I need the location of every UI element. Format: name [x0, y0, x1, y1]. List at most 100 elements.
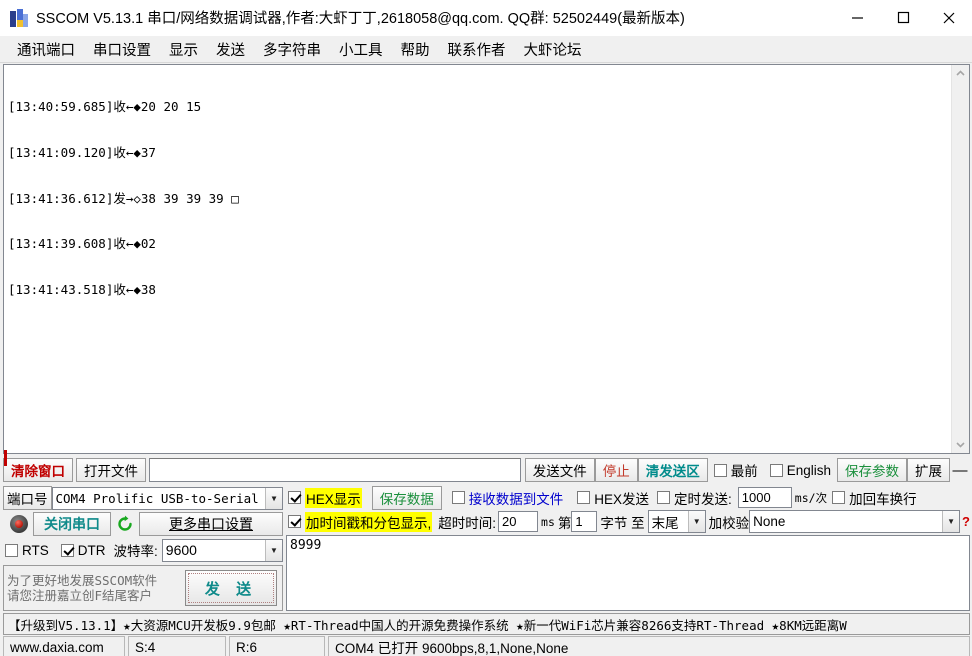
save-data-button[interactable]: 保存数据	[371, 485, 442, 510]
scroll-down-icon[interactable]	[952, 436, 969, 453]
english-checkbox[interactable]	[769, 463, 783, 477]
send-file-button[interactable]: 发送文件	[524, 458, 595, 482]
menu-item-tools[interactable]: 小工具	[330, 37, 392, 62]
display-options-row: HEX显示 保存数据 接收数据到文件 HEX发送 定时发送: ms/次	[286, 485, 970, 510]
port-select[interactable]: COM4 Prolific USB-to-Serial ▼	[51, 486, 283, 510]
action-toolbar: 清除窗口 打开文件 发送文件 停止 清发送区 最前 English 保存参数 扩…	[3, 456, 970, 484]
chevron-down-icon[interactable]: ▼	[265, 539, 282, 561]
status-sent-count: S:4	[128, 636, 226, 656]
baud-rate-label: 波特率:	[113, 544, 158, 559]
hex-display-label: HEX显示	[305, 487, 362, 508]
menu-item-comm-port[interactable]: 通讯端口	[8, 37, 84, 62]
more-serial-settings-button[interactable]: 更多串口设置	[139, 512, 283, 536]
scrollbar-track[interactable]	[952, 82, 969, 436]
menu-item-display[interactable]: 显示	[160, 37, 207, 62]
baud-rate-select[interactable]: 9600 ▼	[161, 538, 283, 562]
scroll-up-icon[interactable]	[952, 65, 969, 82]
timed-send-interval-input[interactable]	[737, 487, 792, 508]
topmost-label: 最前	[730, 464, 758, 479]
promo-banner[interactable]: 【升级到V5.13.1】★大资源MCU开发板9.9包邮 ★RT-Thread中国…	[3, 613, 970, 635]
timestamp-label: 加时间戳和分包显示,	[305, 511, 433, 532]
checksum-select[interactable]: None ▼	[749, 510, 961, 533]
byte-to-value: 末尾	[651, 515, 679, 531]
log-line: [13:41:43.518]收←◆38	[8, 281, 156, 297]
timed-send-unit-label: ms/次	[794, 490, 828, 505]
recv-to-file-checkbox-group[interactable]: 接收数据到文件	[451, 488, 564, 508]
status-port-info: COM4 已打开 9600bps,8,1,None,None	[328, 636, 970, 656]
timeout-label: 超时时间:	[438, 515, 497, 531]
receive-area-container: [13:40:59.685]收←◆20 20 15 [13:41:09.120]…	[3, 64, 970, 466]
flow-control-row: RTS DTR 波特率: 9600 ▼	[3, 538, 283, 562]
registration-promo-panel: 为了更好地发展SSCOM软件 请您注册嘉立创F结尾客户 发 送	[3, 565, 283, 611]
stop-button[interactable]: 停止	[594, 458, 638, 482]
byte-from-input[interactable]	[571, 511, 598, 532]
hex-send-label: HEX发送	[594, 491, 650, 507]
rts-checkbox[interactable]	[5, 543, 18, 557]
open-file-button[interactable]: 打开文件	[76, 458, 146, 482]
timestamp-checkbox-group[interactable]: 加时间戳和分包显示,	[288, 511, 433, 532]
chevron-down-icon[interactable]: ▼	[942, 511, 960, 532]
receive-scrollbar[interactable]	[951, 65, 969, 453]
menu-item-help[interactable]: 帮助	[392, 37, 439, 62]
hex-display-checkbox[interactable]	[288, 491, 301, 504]
menu-item-contact-author[interactable]: 联系作者	[439, 37, 515, 62]
hex-send-checkbox-group[interactable]: HEX发送	[577, 488, 649, 508]
accent-strip	[4, 450, 7, 466]
collapse-button[interactable]: —	[950, 458, 970, 482]
menu-item-serial-settings[interactable]: 串口设置	[84, 37, 160, 62]
byte-to-select[interactable]: 末尾 ▼	[647, 510, 706, 533]
receive-log[interactable]: [13:40:59.685]收←◆20 20 15 [13:41:09.120]…	[4, 65, 951, 453]
minimize-icon[interactable]	[834, 0, 880, 36]
clear-send-area-button[interactable]: 清发送区	[637, 458, 708, 482]
timestamp-checkbox[interactable]	[288, 515, 301, 528]
topmost-checkbox[interactable]	[713, 463, 727, 477]
status-bar: www.daxia.com S:4 R:6 COM4 已打开 9600bps,8…	[0, 635, 972, 656]
dtr-label: DTR	[77, 542, 106, 558]
rts-label: RTS	[22, 542, 49, 558]
help-icon[interactable]: ?	[962, 514, 970, 529]
recv-to-file-checkbox[interactable]	[451, 491, 465, 504]
baud-rate-value: 9600	[165, 542, 197, 558]
crlf-checkbox-group[interactable]: 加回车换行	[832, 488, 917, 508]
more-serial-settings-label: 更多串口设置	[169, 516, 253, 532]
send-button[interactable]: 发 送	[185, 570, 277, 606]
refresh-ports-icon[interactable]	[114, 512, 136, 536]
menu-item-multi-string[interactable]: 多字符串	[254, 37, 330, 62]
menu-item-forum[interactable]: 大虾论坛	[515, 37, 591, 62]
menu-item-send[interactable]: 发送	[207, 37, 254, 62]
checksum-value: None	[753, 514, 786, 529]
title-bar: SSCOM V5.13.1 串口/网络数据调试器,作者:大虾丁丁,2618058…	[0, 0, 972, 36]
maximize-icon[interactable]	[880, 0, 926, 36]
menu-bar: 通讯端口 串口设置 显示 发送 多字符串 小工具 帮助 联系作者 大虾论坛	[0, 36, 972, 63]
promo-line-1: 为了更好地发展SSCOM软件	[7, 573, 158, 588]
send-text-area[interactable]: 8999	[286, 535, 970, 611]
chevron-down-icon[interactable]: ▼	[265, 487, 282, 509]
close-icon[interactable]	[926, 0, 972, 36]
file-path-input[interactable]	[149, 458, 521, 482]
status-website[interactable]: www.daxia.com	[3, 636, 125, 656]
byte-range-label: 字节 至	[600, 515, 645, 531]
log-line: [13:41:36.612]发→◇38 39 39 39 □	[8, 190, 239, 206]
extend-button[interactable]: 扩展	[907, 458, 950, 482]
crlf-label: 加回车换行	[849, 491, 917, 507]
recv-to-file-label: 接收数据到文件	[468, 491, 564, 507]
dtr-checkbox-group[interactable]: DTR	[60, 542, 106, 558]
app-logo-icon	[10, 8, 28, 27]
timeout-input[interactable]	[498, 511, 539, 532]
timed-send-checkbox-group[interactable]: 定时发送:	[657, 488, 732, 508]
dtr-checkbox[interactable]	[60, 543, 74, 557]
options-panel: HEX显示 保存数据 接收数据到文件 HEX发送 定时发送: ms/次	[286, 485, 970, 611]
english-checkbox-group[interactable]: English	[769, 463, 831, 478]
rts-checkbox-group[interactable]: RTS	[5, 543, 49, 558]
log-line: [13:41:09.120]收←◆37	[8, 145, 156, 161]
topmost-checkbox-group[interactable]: 最前	[713, 460, 758, 480]
hex-display-checkbox-group[interactable]: HEX显示	[288, 487, 362, 508]
timed-send-checkbox[interactable]	[657, 491, 671, 504]
save-params-button[interactable]: 保存参数	[837, 458, 907, 482]
chevron-down-icon[interactable]: ▼	[687, 511, 705, 532]
crlf-checkbox[interactable]	[832, 491, 846, 504]
hex-send-checkbox[interactable]	[577, 491, 591, 504]
timeout-unit-label: ms	[541, 514, 555, 529]
clear-window-button[interactable]: 清除窗口	[3, 458, 73, 482]
close-port-button[interactable]: 关闭串口	[33, 512, 111, 536]
